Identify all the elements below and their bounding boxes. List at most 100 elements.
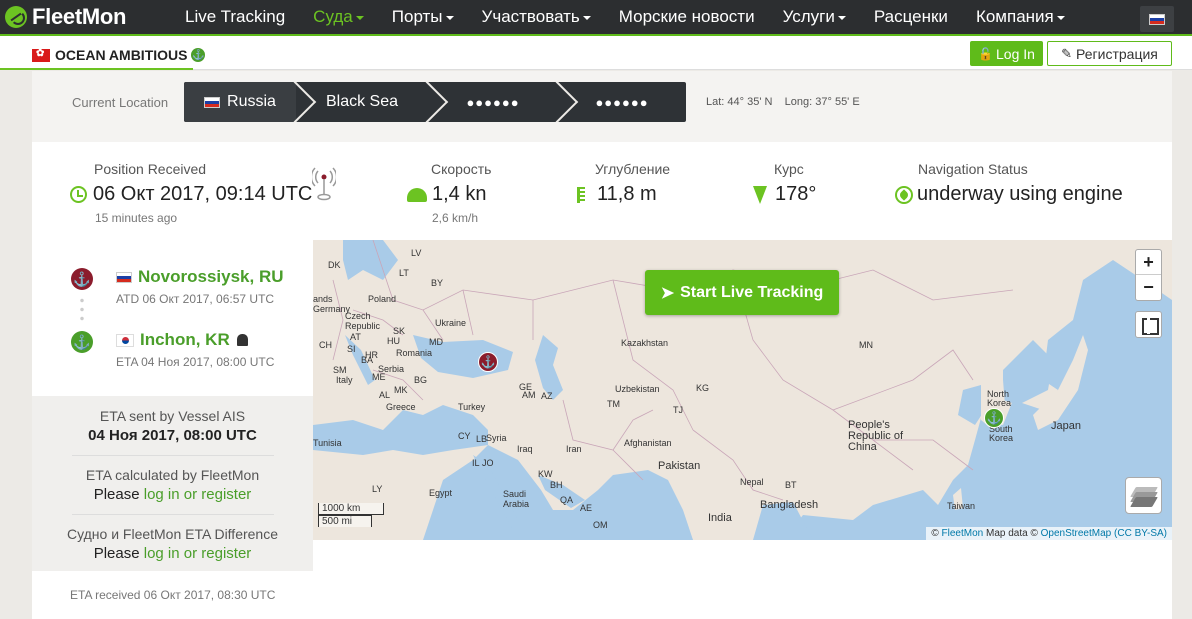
map-label: Uzbekistan [615, 384, 660, 394]
position-age: 15 minutes ago [95, 211, 178, 225]
map-label: Pakistan [658, 460, 701, 472]
bell-icon[interactable] [236, 334, 248, 346]
fullscreen-icon[interactable] [1135, 311, 1162, 338]
login-register-link[interactable]: log in or register [144, 486, 252, 503]
divider [72, 455, 274, 456]
stat-nav-status-value: underway using engine [895, 181, 1123, 206]
map-label: AL [379, 390, 391, 400]
login-button[interactable]: 🔓 Log In [970, 41, 1043, 66]
zoom-control: + − [1135, 249, 1162, 301]
start-live-tracking-button[interactable]: ➤ Start Live Tracking [645, 270, 839, 315]
register-button[interactable]: ✎ Регистрация [1047, 41, 1172, 66]
top-navigation: FleetMon Live Tracking Суда Порты Участв… [0, 0, 1192, 36]
nav-item-label: Участвовать [481, 7, 580, 26]
map-label: Taiwan [947, 501, 976, 511]
stat-position-value: 06 Окт 2017, 09:14 UTC 15 minutes ago [70, 181, 312, 225]
scale-km: 1000 km [318, 503, 384, 515]
map-label: QA [560, 495, 574, 505]
map-label: Nepal [740, 477, 764, 487]
russia-flag-icon [204, 96, 221, 108]
nav-item-company[interactable]: Компания [976, 7, 1065, 27]
current-location-band: Current Location Russia Black Sea ●●●●●●… [32, 71, 1172, 142]
caret-down-icon [582, 16, 591, 20]
logo-text: FleetMon [32, 4, 127, 29]
vessel-map[interactable]: DK LV LT BY Poland Germany Czech Republi… [313, 240, 1172, 540]
stat-draught: Углубление [595, 161, 670, 177]
nav-menu: Live Tracking Суда Порты Участвовать Мор… [185, 0, 1093, 35]
map-label: Kazakhstan [621, 338, 669, 348]
zoom-out-button[interactable]: − [1136, 275, 1161, 300]
arrival-port-link[interactable]: Inchon, KR [116, 330, 248, 350]
stat-value: 11,8 m [577, 183, 657, 206]
start-live-tracking-label: Start Live Tracking [680, 283, 824, 301]
layers-icon[interactable] [1125, 477, 1162, 514]
map-label: Ukraine [435, 318, 467, 328]
openstreetmap-link[interactable]: OpenStreetMap [1041, 528, 1112, 539]
nav-item-pricing[interactable]: Расценки [874, 7, 948, 27]
eta-difference: Судно и FleetMon ETA Difference Please l… [32, 526, 313, 562]
stat-speed: Скорость [431, 161, 491, 177]
map-label: BT [785, 480, 797, 490]
caret-down-icon [837, 16, 846, 20]
map-label: India [708, 512, 732, 524]
fleetmon-logo[interactable]: FleetMon [5, 4, 185, 30]
map-label: LV [411, 248, 422, 258]
map-label: TJ [673, 405, 683, 415]
departure-port-marker[interactable]: ⚓ [478, 352, 498, 372]
edit-icon: ✎ [1061, 45, 1073, 61]
map-label: JO [482, 458, 494, 468]
map-label: SM [333, 365, 347, 375]
nav-item-vessels[interactable]: Суда [313, 7, 364, 27]
map-label: AT [350, 332, 361, 342]
departure-port-link[interactable]: Novorossiysk, RU [116, 267, 284, 287]
stat-nav-status: Navigation Status [918, 161, 1028, 177]
nav-item-label: Морские новости [618, 7, 755, 26]
location-breadcrumb: Russia Black Sea ●●●●●● ●●●●●● [184, 82, 686, 122]
login-register-link[interactable]: log in or register [144, 545, 252, 562]
license-link[interactable]: (CC BY-SA) [1114, 528, 1167, 539]
nav-item-live-tracking[interactable]: Live Tracking [185, 7, 285, 27]
vessel-header: OCEAN AMBITIOUS ⚓ 🔓 Log In ✎ Регистрация [0, 36, 1192, 70]
eta-ais: ETA sent by Vessel AIS 04 Ноя 2017, 08:0… [32, 408, 313, 444]
caret-down-icon [355, 16, 364, 20]
course-degrees: 178° [775, 183, 817, 205]
divider [72, 514, 274, 515]
stat-label: Углубление [595, 161, 671, 177]
map-label: BY [431, 278, 444, 288]
map-label: Romania [396, 348, 433, 358]
map-label: Afghanistan [624, 438, 672, 448]
vessel-name: OCEAN AMBITIOUS [55, 47, 188, 63]
route-connector [80, 296, 84, 324]
map-label: TM [607, 399, 620, 409]
copyright-symbol: © [931, 528, 939, 539]
south-korea-flag-icon [116, 333, 134, 347]
nav-item-services[interactable]: Услуги [783, 7, 846, 27]
stat-label: Скорость [431, 161, 492, 177]
map-label: Bangladesh [760, 499, 819, 511]
draught-ruler-icon [577, 186, 587, 203]
current-location-label: Current Location [72, 95, 169, 110]
nav-item-label: Компания [975, 7, 1054, 26]
stat-label: Position Received [94, 161, 207, 177]
hong-kong-flag-icon [32, 48, 50, 62]
nav-item-participate[interactable]: Участвовать [482, 7, 591, 27]
map-data-text: Map data © [986, 528, 1038, 539]
eta-fleetmon: ETA calculated by FleetMon Please log in… [32, 467, 313, 503]
fleetmon-link[interactable]: FleetMon [942, 528, 984, 539]
nav-item-ports[interactable]: Порты [392, 7, 454, 27]
nav-item-label: Суда [313, 7, 353, 26]
departure-time: ATD 06 Окт 2017, 06:57 UTC [116, 292, 275, 306]
arrival-port-marker[interactable]: ⚓ [984, 408, 1004, 428]
map-label: Greece [386, 402, 416, 412]
language-selector[interactable] [1140, 6, 1174, 32]
eta-difference-label: Судно и FleetMon ETA Difference [66, 526, 279, 542]
map-label: CY [458, 431, 471, 441]
map-label: Iran [566, 444, 582, 454]
nav-item-news[interactable]: Морские новости [619, 7, 755, 27]
stat-speed-value: 1,4 kn 2,6 km/h [407, 181, 486, 225]
zoom-in-button[interactable]: + [1136, 250, 1161, 275]
breadcrumb-country[interactable]: Russia [184, 82, 296, 122]
stat-value: 178° [753, 183, 816, 206]
russia-flag-icon [116, 271, 132, 283]
map-label: Iraq [517, 444, 533, 454]
